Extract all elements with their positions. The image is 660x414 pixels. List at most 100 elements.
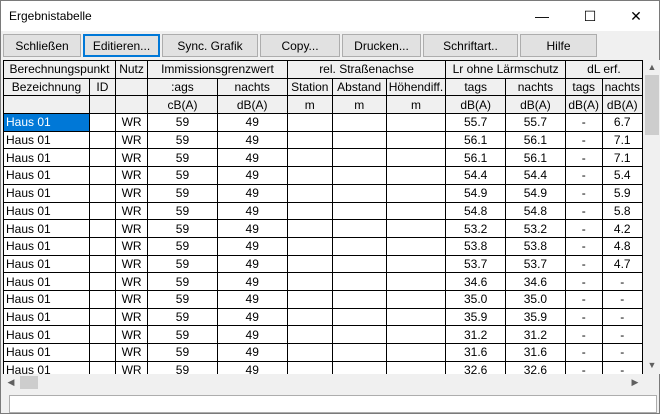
cell-lr-night[interactable]: 53.8: [504, 236, 566, 256]
cell-id[interactable]: [88, 254, 116, 274]
cell-name[interactable]: Haus 01: [3, 307, 90, 327]
cell-lr-day[interactable]: 55.7: [445, 113, 506, 132]
cell-height[interactable]: [385, 113, 447, 132]
cell-dl-night[interactable]: 6.7: [601, 113, 643, 132]
cell-dl-night[interactable]: -: [601, 343, 643, 362]
cell-limit-day[interactable]: 59: [147, 113, 218, 132]
cell-id[interactable]: [88, 113, 116, 132]
cell-name[interactable]: Haus 01: [3, 360, 90, 374]
cell-use[interactable]: WR: [114, 343, 149, 362]
table-row[interactable]: Haus 01 WR 59 49 31.2 31.2- -: [3, 325, 643, 344]
cell-lr-day[interactable]: 53.7: [445, 254, 506, 274]
cell-station[interactable]: [286, 289, 333, 309]
cell-limit-day[interactable]: 59: [147, 130, 218, 150]
cell-dl-night[interactable]: 5.4: [601, 166, 643, 185]
table-row[interactable]: Haus 01 WR 59 49 56.1 56.1-7.1: [3, 148, 643, 168]
cell-id[interactable]: [88, 289, 116, 309]
cell-lr-night[interactable]: 53.7: [504, 254, 566, 274]
cell-distance[interactable]: [331, 148, 387, 168]
cell-use[interactable]: WR: [114, 325, 149, 344]
cell-lr-day[interactable]: 53.8: [445, 236, 506, 256]
cell-height[interactable]: [385, 360, 447, 374]
cell-distance[interactable]: [331, 360, 387, 374]
cell-lr-night[interactable]: 56.1: [504, 130, 566, 150]
cell-limit-night[interactable]: 49: [216, 360, 288, 374]
cell-name[interactable]: Haus 01: [3, 201, 90, 221]
cell-use[interactable]: WR: [114, 130, 149, 150]
cell-height[interactable]: [385, 325, 447, 344]
cell-lr-night[interactable]: 31.6: [504, 343, 566, 362]
cell-distance[interactable]: [331, 201, 387, 221]
cell-dl-night[interactable]: 4.8: [601, 236, 643, 256]
cell-distance[interactable]: [331, 343, 387, 362]
cell-name[interactable]: Haus 01: [3, 254, 90, 274]
cell-distance[interactable]: [331, 113, 387, 132]
table-row[interactable]: Haus 01 WR 59 49 54.8 54.8-5.8: [3, 201, 643, 221]
cell-limit-day[interactable]: 59: [147, 272, 218, 291]
cell-lr-night[interactable]: 35.9: [504, 307, 566, 327]
vertical-scrollbar[interactable]: ▲ ▼: [644, 60, 660, 374]
cell-dl-night[interactable]: -: [601, 272, 643, 291]
cell-lr-day[interactable]: 56.1: [445, 148, 506, 168]
cell-name[interactable]: Haus 01: [3, 166, 90, 185]
cell-height[interactable]: [385, 307, 447, 327]
cell-distance[interactable]: [331, 325, 387, 344]
table-row[interactable]: Haus 01 WR 59 49 31.6 31.6- -: [3, 343, 643, 362]
cell-limit-night[interactable]: 49: [216, 325, 288, 344]
cell-dl-night[interactable]: 7.1: [601, 148, 643, 168]
cell-dl-day[interactable]: -: [564, 183, 603, 203]
cell-limit-night[interactable]: 49: [216, 236, 288, 256]
scroll-left-icon[interactable]: ◀: [3, 377, 19, 388]
cell-name[interactable]: Haus 01: [3, 343, 90, 362]
cell-dl-day[interactable]: -: [564, 148, 603, 168]
cell-name[interactable]: Haus 01: [3, 325, 90, 344]
cell-lr-day[interactable]: 34.6: [445, 272, 506, 291]
scroll-down-icon[interactable]: ▼: [644, 360, 660, 370]
cell-id[interactable]: [88, 183, 116, 203]
cell-dl-day[interactable]: -: [564, 325, 603, 344]
cell-distance[interactable]: [331, 254, 387, 274]
cell-name[interactable]: Haus 01: [3, 289, 90, 309]
cell-limit-night[interactable]: 49: [216, 289, 288, 309]
cell-station[interactable]: [286, 166, 333, 185]
cell-station[interactable]: [286, 113, 333, 132]
cell-use[interactable]: WR: [114, 148, 149, 168]
cell-dl-night[interactable]: -: [601, 289, 643, 309]
table-row[interactable]: Haus 01 WR 59 49 53.8 53.8-4.8: [3, 236, 643, 256]
cell-limit-night[interactable]: 49: [216, 201, 288, 221]
cell-distance[interactable]: [331, 219, 387, 238]
cell-limit-day[interactable]: 59: [147, 236, 218, 256]
table-row[interactable]: Haus 01 WR 59 49 32.6 32.6- -: [3, 360, 643, 374]
cell-lr-day[interactable]: 32.6: [445, 360, 506, 374]
cell-lr-night[interactable]: 32.6: [504, 360, 566, 374]
cell-limit-night[interactable]: 49: [216, 183, 288, 203]
cell-lr-day[interactable]: 54.8: [445, 201, 506, 221]
cell-lr-night[interactable]: 31.2: [504, 325, 566, 344]
cell-dl-day[interactable]: -: [564, 130, 603, 150]
cell-distance[interactable]: [331, 166, 387, 185]
cell-height[interactable]: [385, 148, 447, 168]
close-window-button[interactable]: ✕: [613, 1, 659, 31]
table-row[interactable]: Haus 01 WR 59 49 53.2 53.2-4.2: [3, 219, 643, 238]
cell-use[interactable]: WR: [114, 183, 149, 203]
cell-id[interactable]: [88, 236, 116, 256]
cell-height[interactable]: [385, 289, 447, 309]
cell-use[interactable]: WR: [114, 236, 149, 256]
cell-lr-night[interactable]: 54.4: [504, 166, 566, 185]
cell-use[interactable]: WR: [114, 289, 149, 309]
cell-limit-day[interactable]: 59: [147, 307, 218, 327]
cell-limit-day[interactable]: 59: [147, 219, 218, 238]
cell-id[interactable]: [88, 272, 116, 291]
table-row[interactable]: Haus 01 WR 59 49 53.7 53.7-4.7: [3, 254, 643, 274]
minimize-button[interactable]: —: [519, 1, 565, 31]
cell-id[interactable]: [88, 307, 116, 327]
cell-height[interactable]: [385, 236, 447, 256]
cell-dl-night[interactable]: 4.7: [601, 254, 643, 274]
cell-dl-day[interactable]: -: [564, 201, 603, 221]
cell-dl-night[interactable]: 4.2: [601, 219, 643, 238]
cell-id[interactable]: [88, 343, 116, 362]
cell-lr-day[interactable]: 31.2: [445, 325, 506, 344]
cell-dl-night[interactable]: 7.1: [601, 130, 643, 150]
help-button[interactable]: Hilfe: [520, 34, 597, 57]
cell-dl-night[interactable]: -: [601, 307, 643, 327]
